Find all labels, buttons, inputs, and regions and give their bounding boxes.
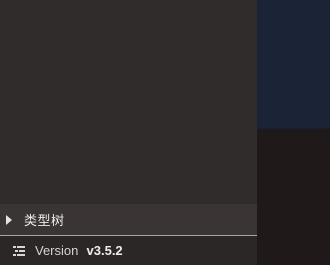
- version-text: Version v3.5.2: [35, 243, 123, 259]
- type-tree-item[interactable]: 类型树: [0, 204, 257, 235]
- content-header-border: [257, 128, 330, 129]
- caret-right-icon[interactable]: [6, 214, 12, 225]
- content-header-panel: [257, 0, 330, 129]
- app-window: 类型树 Version v3.5.2: [0, 0, 330, 265]
- sidebar-empty-area: [0, 0, 257, 204]
- version-footer: Version v3.5.2: [0, 236, 257, 265]
- type-tree-label: 类型树: [24, 214, 65, 229]
- list-icon: [13, 245, 25, 256]
- sidebar: 类型树 Version v3.5.2: [0, 0, 257, 265]
- version-number: v3.5.2: [86, 242, 123, 258]
- version-label: Version: [35, 242, 79, 258]
